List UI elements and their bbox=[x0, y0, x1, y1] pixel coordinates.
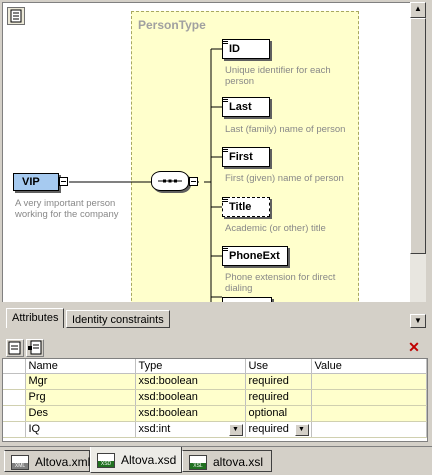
attribute-type-cell[interactable]: xsd:boolean bbox=[135, 405, 246, 422]
doc-tab-altova-xsl[interactable]: XSL altova.xsl bbox=[182, 450, 272, 472]
column-header-use[interactable]: Use bbox=[245, 359, 312, 374]
xsl-file-icon: XSL bbox=[189, 455, 207, 470]
doc-tab-altova-xml[interactable]: XML Altova.xml bbox=[4, 450, 90, 472]
grid-header: Name Type Use Value bbox=[3, 359, 427, 374]
table-row[interactable]: Mgr xsd:boolean required bbox=[3, 373, 427, 390]
element-label: PhoneExt bbox=[229, 250, 280, 262]
attribute-value-cell[interactable] bbox=[311, 405, 427, 422]
element-id[interactable]: ID bbox=[222, 39, 270, 59]
sequence-compositor[interactable] bbox=[151, 171, 189, 191]
row-header[interactable] bbox=[3, 389, 26, 406]
collapse-sequence-icon[interactable] bbox=[189, 177, 198, 186]
attribute-type-cell[interactable]: xsd:boolean bbox=[135, 373, 246, 390]
row-header[interactable] bbox=[3, 373, 26, 390]
attribute-value-cell[interactable] bbox=[311, 389, 427, 406]
attribute-name-cell[interactable]: IQ bbox=[25, 421, 136, 438]
root-element-vip[interactable]: VIP bbox=[13, 173, 59, 191]
element-icon bbox=[222, 246, 228, 251]
xsd-file-icon: XSD bbox=[97, 453, 115, 468]
scroll-down-icon[interactable]: ▼ bbox=[410, 314, 426, 328]
tab-attributes[interactable]: Attributes bbox=[6, 308, 65, 328]
element-phoneext[interactable]: PhoneExt bbox=[222, 246, 288, 266]
row-header[interactable] bbox=[3, 405, 26, 422]
attribute-name-cell[interactable]: Prg bbox=[25, 389, 136, 406]
element-last[interactable]: Last bbox=[222, 97, 270, 117]
collapse-vip-icon[interactable] bbox=[59, 177, 68, 186]
doc-tab-altova-xsd[interactable]: XSD Altova.xsd bbox=[90, 447, 182, 473]
table-row[interactable]: Prg xsd:boolean required bbox=[3, 389, 427, 406]
element-first[interactable]: First bbox=[222, 147, 270, 167]
attribute-use-cell[interactable]: required bbox=[245, 373, 312, 390]
element-description: Last (family) name of person bbox=[225, 124, 346, 135]
root-element-label: VIP bbox=[22, 176, 40, 188]
scroll-up-icon[interactable]: ▲ bbox=[410, 2, 426, 18]
delete-attribute-icon[interactable]: ✕ bbox=[406, 340, 422, 356]
element-label: Title bbox=[229, 201, 252, 213]
element-icon bbox=[222, 39, 228, 44]
attribute-type-value: xsd:int bbox=[138, 423, 171, 435]
document-tabs: XML Altova.xml XSD Altova.xsd XSL altova… bbox=[0, 446, 432, 475]
element-description: Unique identifier for each person bbox=[225, 65, 331, 87]
attribute-name-cell[interactable]: Mgr bbox=[25, 373, 136, 390]
element-icon bbox=[222, 97, 228, 102]
type-dropdown-icon[interactable]: ▼ bbox=[228, 423, 243, 436]
connector-lines bbox=[69, 48, 222, 302]
attribute-type-cell[interactable]: xsd:int ▼ bbox=[135, 421, 246, 438]
root-element-description: A very important person working for the … bbox=[15, 198, 119, 220]
column-header-value[interactable]: Value bbox=[311, 359, 427, 374]
attribute-use-value: required bbox=[248, 423, 289, 435]
xmlspy-window: PersonType VIP A very important person w… bbox=[0, 0, 432, 475]
insert-attribute-icon[interactable] bbox=[26, 339, 44, 357]
use-dropdown-icon[interactable]: ▼ bbox=[294, 423, 309, 436]
panel-tabs: Attributes Identity constraints bbox=[2, 306, 426, 330]
attribute-use-cell[interactable]: required bbox=[245, 389, 312, 406]
xml-file-icon: XML bbox=[11, 455, 29, 470]
row-header-corner bbox=[3, 359, 26, 374]
attribute-use-cell[interactable]: required ▼ bbox=[245, 421, 312, 438]
attribute-name-cell[interactable]: Des bbox=[25, 405, 136, 422]
element-title[interactable]: Title bbox=[222, 197, 270, 217]
element-label: First bbox=[229, 151, 253, 163]
table-row[interactable]: Des xsd:boolean optional bbox=[3, 405, 427, 422]
sequence-icon bbox=[158, 179, 182, 183]
element-label: ID bbox=[229, 43, 240, 55]
row-header[interactable] bbox=[3, 421, 26, 438]
element-icon bbox=[222, 197, 228, 202]
doc-tab-label: Altova.xsd bbox=[121, 453, 177, 467]
attribute-type-cell[interactable]: xsd:boolean bbox=[135, 389, 246, 406]
schema-diagram[interactable]: PersonType VIP A very important person w… bbox=[2, 2, 410, 302]
scroll-thumb[interactable] bbox=[410, 18, 426, 254]
tab-identity-constraints[interactable]: Identity constraints bbox=[66, 310, 170, 328]
element-description: First (given) name of person bbox=[225, 173, 344, 184]
attribute-value-cell[interactable] bbox=[311, 421, 427, 438]
diagram-horizontal-divider bbox=[2, 302, 426, 304]
attributes-toolbar: ✕ bbox=[2, 338, 428, 358]
element-icon bbox=[222, 147, 228, 152]
attributes-grid[interactable]: Name Type Use Value Mgr xsd:boolean requ… bbox=[2, 358, 428, 442]
diagram-vertical-scrollbar[interactable]: ▲ bbox=[410, 2, 426, 302]
append-attribute-icon[interactable] bbox=[6, 339, 24, 357]
table-row[interactable]: IQ xsd:int ▼ required ▼ bbox=[3, 421, 427, 438]
element-label: Last bbox=[229, 101, 252, 113]
attribute-use-cell[interactable]: optional bbox=[245, 405, 312, 422]
attribute-value-cell[interactable] bbox=[311, 373, 427, 390]
doc-tab-label: altova.xsl bbox=[213, 455, 264, 469]
column-header-name[interactable]: Name bbox=[25, 359, 136, 374]
element-description: Phone extension for direct dialing bbox=[225, 272, 336, 294]
column-header-type[interactable]: Type bbox=[135, 359, 246, 374]
doc-tab-label: Altova.xml bbox=[35, 455, 91, 469]
element-description: Academic (or other) title bbox=[225, 223, 326, 234]
